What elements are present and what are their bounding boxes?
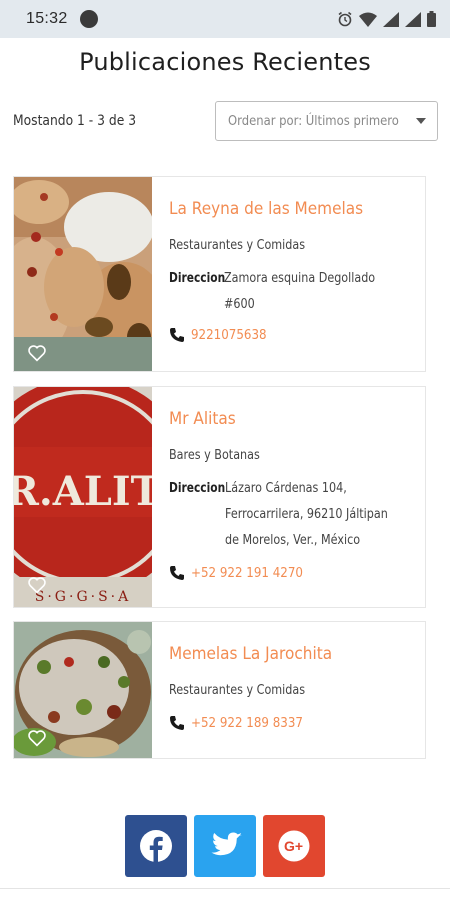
food-photo-bread xyxy=(14,177,152,371)
phone-number[interactable]: 9221075638 xyxy=(191,327,267,343)
phone-link[interactable]: +52 922 191 4270 xyxy=(169,565,318,581)
listing-card[interactable]: Memelas La Jarochita Restaurantes y Comi… xyxy=(13,621,426,759)
footer-divider xyxy=(0,888,450,889)
address-label: Direccion xyxy=(169,481,226,496)
restaurant-sign-photo: R.ALIT S·G·G·S·A xyxy=(14,387,152,607)
sort-select[interactable]: Ordenar por: Últimos primero xyxy=(215,101,438,141)
phone-link[interactable]: +52 922 189 8337 xyxy=(169,715,318,731)
listing-image[interactable]: R.ALIT S·G·G·S·A xyxy=(14,387,152,607)
twitter-icon xyxy=(211,832,242,856)
status-time: 15:32 xyxy=(26,10,68,27)
page-title: Publicaciones Recientes xyxy=(79,48,371,76)
sort-select-value: Ordenar por: Últimos primero xyxy=(228,113,399,129)
google-plus-share-button[interactable]: G+ xyxy=(263,815,325,877)
heart-icon[interactable] xyxy=(27,576,47,594)
phone-number[interactable]: +52 922 191 4270 xyxy=(191,565,303,581)
listing-category: Restaurantes y Comidas xyxy=(169,683,306,698)
signal-icon xyxy=(383,11,399,27)
phone-number[interactable]: +52 922 189 8337 xyxy=(191,715,303,731)
results-count: Mostando 1 - 3 de 3 xyxy=(13,113,137,129)
google-plus-label: G+ xyxy=(284,838,303,854)
listing-category: Bares y Botanas xyxy=(169,448,260,463)
caret-down-icon xyxy=(416,118,426,124)
address-line: de Morelos, Ver., México xyxy=(225,533,361,548)
notification-dot-icon xyxy=(79,10,98,28)
heart-icon[interactable] xyxy=(27,344,47,362)
status-icons xyxy=(337,11,436,27)
google-plus-icon: G+ xyxy=(278,830,310,862)
phone-icon xyxy=(170,328,184,342)
facebook-icon xyxy=(140,830,172,862)
wifi-icon xyxy=(359,12,377,27)
address-line: Ferrocarrilera, 96210 Jáltipan xyxy=(225,507,388,522)
phone-icon xyxy=(170,566,184,580)
listing-card[interactable]: La Reyna de las Memelas Restaurantes y C… xyxy=(13,176,426,372)
address-label: Direccion xyxy=(169,271,226,286)
listing-image[interactable] xyxy=(14,622,152,758)
address-line: Lázaro Cárdenas 104, xyxy=(225,481,347,496)
listing-category: Restaurantes y Comidas xyxy=(169,238,306,253)
battery-icon xyxy=(427,11,436,27)
phone-link[interactable]: 9221075638 xyxy=(169,327,277,343)
listing-title[interactable]: Memelas La Jarochita xyxy=(169,644,332,664)
listing-title[interactable]: La Reyna de las Memelas xyxy=(169,199,363,219)
svg-text:S·G·G·S·A: S·G·G·S·A xyxy=(35,589,131,605)
alarm-icon xyxy=(338,11,352,27)
phone-icon xyxy=(170,716,184,730)
heart-icon[interactable] xyxy=(27,729,47,747)
sign-text: R.ALIT xyxy=(14,468,152,515)
listing-card[interactable]: R.ALIT S·G·G·S·A Mr Alitas Bares y Botan… xyxy=(13,386,426,608)
signal-icon-2 xyxy=(405,11,421,27)
facebook-share-button[interactable] xyxy=(125,815,187,877)
status-bar: 15:32 xyxy=(0,0,450,38)
address-line: #600 xyxy=(224,297,255,312)
address-line: Zamora esquina Degollado xyxy=(224,271,376,286)
listing-title[interactable]: Mr Alitas xyxy=(169,409,236,429)
listing-image[interactable] xyxy=(14,177,152,371)
twitter-share-button[interactable] xyxy=(194,815,256,877)
